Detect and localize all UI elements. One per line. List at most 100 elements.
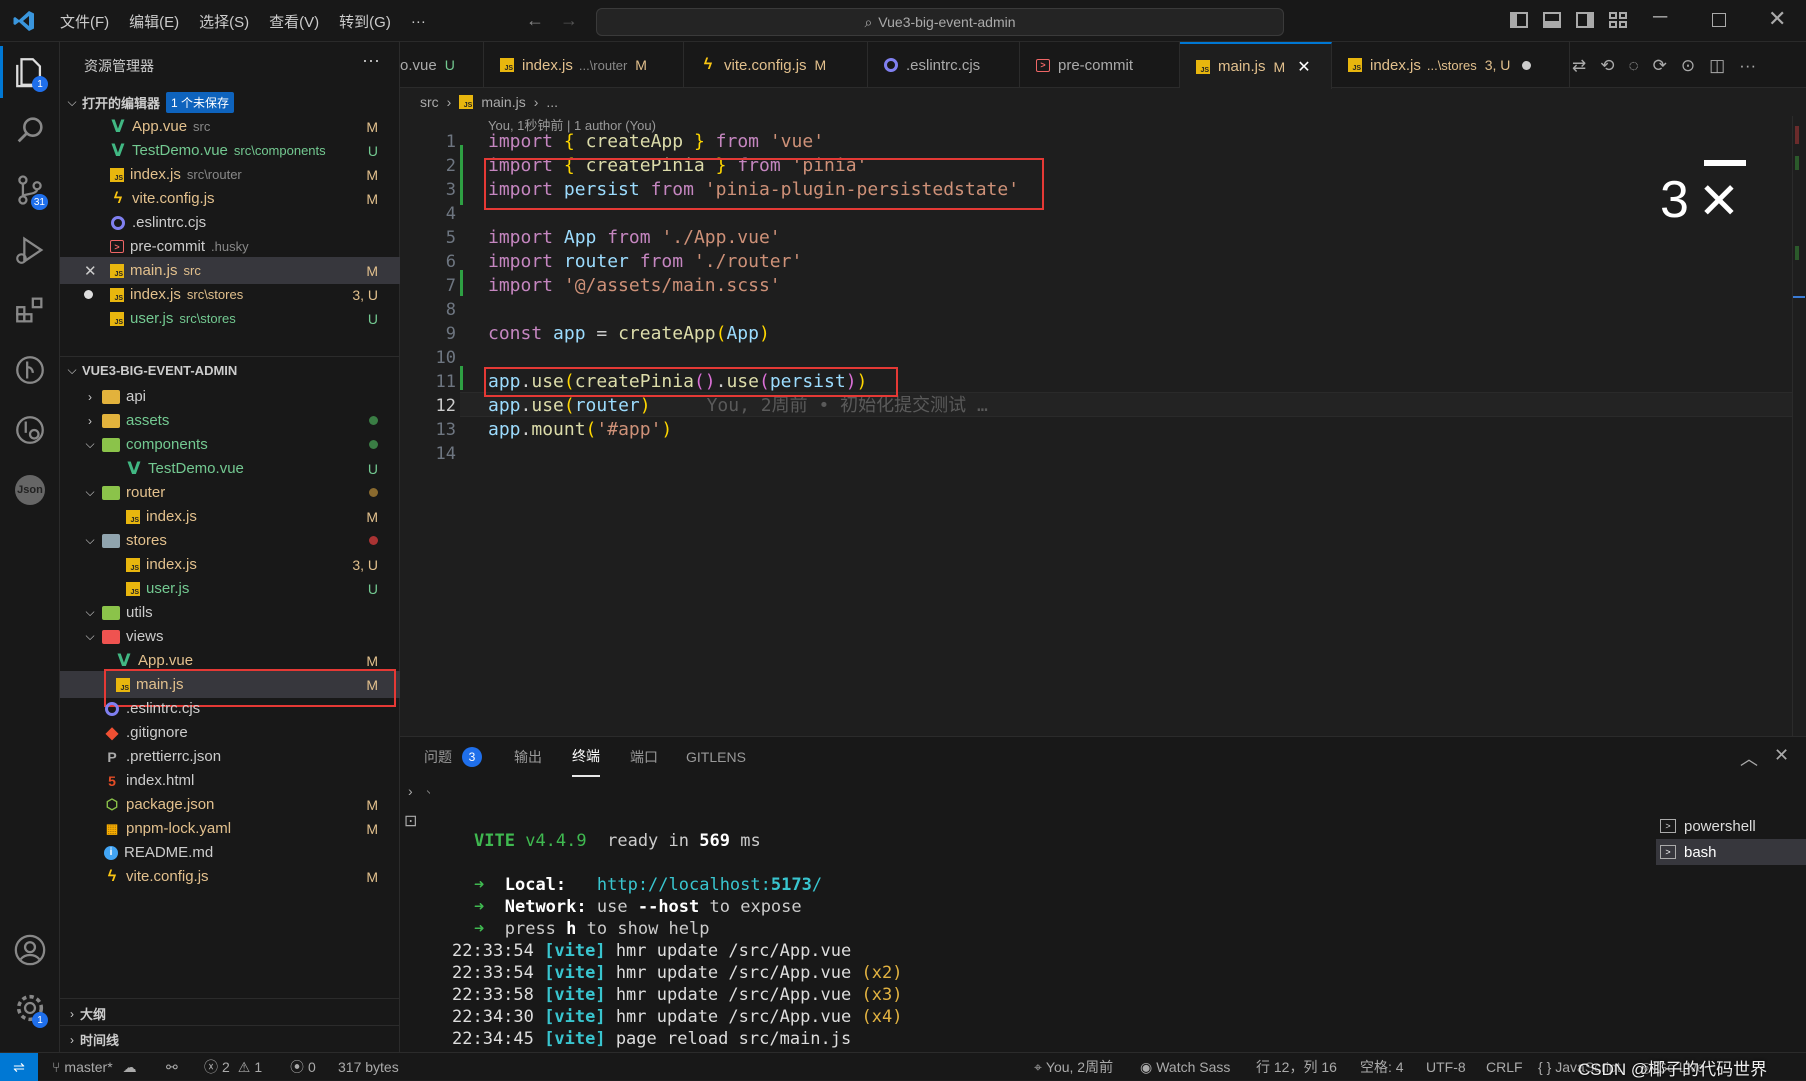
close-window-icon[interactable]: ✕: [1768, 6, 1786, 32]
compare-changes-icon[interactable]: ⇄: [1572, 56, 1586, 76]
close-editor-icon[interactable]: ✕: [84, 262, 97, 280]
more-actions-icon[interactable]: ···: [1739, 56, 1756, 76]
menu-go[interactable]: 转到(G): [329, 11, 401, 32]
breadcrumb-symbol[interactable]: ...: [546, 94, 558, 110]
file-stores-index[interactable]: JS index.js 3, U: [60, 551, 400, 578]
tab-router-index[interactable]: JS index.js ...\router M: [484, 42, 684, 88]
file-gitignore[interactable]: ◆ .gitignore: [60, 719, 400, 746]
forward-arrow-icon[interactable]: →: [560, 10, 578, 31]
tab-problems[interactable]: 问题 3: [424, 737, 482, 777]
tab-stores-index[interactable]: JS index.js ...\stores 3, U: [1332, 42, 1570, 88]
file-index-html[interactable]: 5 index.html: [60, 767, 400, 794]
terminal-item-bash[interactable]: > bash: [1650, 839, 1806, 865]
open-editor-item[interactable]: .eslintrc.cjs: [60, 209, 400, 236]
menu-view[interactable]: 查看(V): [259, 11, 329, 32]
watch-sass-button[interactable]: ◉ Watch Sass: [1140, 1053, 1230, 1081]
open-editors-header[interactable]: ⌵ 打开的编辑器 1 个未保存: [60, 89, 400, 116]
command-center-search[interactable]: ⌕ Vue3-big-event-admin: [596, 8, 1284, 36]
restore-icon[interactable]: [1712, 13, 1726, 27]
outline-header[interactable]: › 大纲: [60, 1000, 400, 1027]
toggle-panel-icon[interactable]: [1543, 12, 1561, 28]
toggle-secondary-sidebar-icon[interactable]: [1576, 12, 1594, 28]
folder-api[interactable]: › api: [60, 383, 400, 410]
tab-gitlens[interactable]: GITLENS: [686, 737, 746, 777]
menu-selection[interactable]: 选择(S): [189, 11, 259, 32]
accounts-icon[interactable]: [0, 922, 60, 978]
file-user[interactable]: JS user.js U: [60, 575, 400, 602]
encoding[interactable]: UTF-8: [1426, 1053, 1466, 1081]
remote-explorer-icon[interactable]: [0, 402, 60, 458]
explorer-icon[interactable]: 1: [0, 44, 60, 100]
tab-terminal-active[interactable]: 终端: [572, 737, 600, 777]
split-editor-icon[interactable]: ◫: [1709, 56, 1725, 76]
unsaved-dot-icon[interactable]: [1522, 60, 1532, 70]
source-control-icon[interactable]: 31: [0, 162, 60, 218]
folder-stores[interactable]: ⌵ stores: [60, 527, 400, 554]
file-eslintrc[interactable]: .eslintrc.cjs: [60, 695, 400, 722]
terminal-output[interactable]: VITE v4.4.9 ready in 569 ms ➜ Local: htt…: [430, 780, 1656, 1052]
tab-main-js-active[interactable]: JS main.js M ✕: [1180, 42, 1332, 89]
tab-pre-commit[interactable]: > pre-commit: [1020, 42, 1180, 88]
open-editor-item[interactable]: > pre-commit .husky: [60, 233, 400, 260]
open-editor-item-active[interactable]: ✕ JS main.js src M: [60, 257, 400, 284]
blame-indicator[interactable]: ⌖ You, 2周前: [1034, 1053, 1113, 1081]
menu-file[interactable]: 文件(F): [50, 11, 119, 32]
customize-layout-icon[interactable]: [1609, 12, 1627, 28]
git-graph-icon[interactable]: [0, 342, 60, 398]
tab-vite-config[interactable]: ϟ vite.config.js M: [684, 42, 868, 88]
search-view-icon[interactable]: [0, 102, 60, 158]
folder-router[interactable]: ⌵ router: [60, 479, 400, 506]
breadcrumb-file[interactable]: main.js: [481, 94, 525, 110]
local-port[interactable]: 5173: [771, 875, 812, 895]
indentation[interactable]: 空格: 4: [1360, 1053, 1404, 1081]
problems-indicator[interactable]: ⓧ 2 ⚠ 1: [204, 1053, 262, 1081]
close-tab-icon[interactable]: ✕: [1297, 57, 1310, 77]
open-changes-icon[interactable]: ⊙: [1681, 56, 1695, 76]
file-pnpm-lock[interactable]: ▦ pnpm-lock.yaml M: [60, 815, 400, 842]
git-previous-icon[interactable]: ⟲: [1600, 56, 1614, 76]
open-editor-item[interactable]: JS index.js src\router M: [60, 161, 400, 188]
run-debug-icon[interactable]: [0, 222, 60, 278]
menu-more[interactable]: ···: [401, 13, 436, 30]
toggle-primary-sidebar-icon[interactable]: [1510, 12, 1528, 28]
folder-utils[interactable]: ⌵ utils: [60, 599, 400, 626]
folder-assets[interactable]: › assets: [60, 407, 400, 434]
local-url[interactable]: http://localhost:: [597, 875, 771, 895]
editor-scrollbar[interactable]: [1792, 116, 1806, 736]
open-editor-item[interactable]: V TestDemo.vue src\components U: [60, 137, 400, 164]
breadcrumb-folder[interactable]: src: [420, 94, 439, 110]
branch-indicator[interactable]: ⑂ master* ☁: [52, 1053, 137, 1081]
json-icon[interactable]: Json: [0, 462, 60, 518]
file-package-json[interactable]: ⬡ package.json M: [60, 791, 400, 818]
open-editor-item[interactable]: JS index.js src\stores 3, U: [60, 281, 400, 308]
git-next-icon[interactable]: ⟳: [1653, 56, 1667, 76]
file-vite-config[interactable]: ϟ vite.config.js M: [60, 863, 400, 890]
new-terminal-icon[interactable]: ⊡: [404, 811, 417, 831]
tab-eslintrc[interactable]: .eslintrc.cjs: [868, 42, 1020, 88]
file-readme[interactable]: i README.md: [60, 839, 400, 866]
folder-components[interactable]: ⌵ components: [60, 431, 400, 458]
timeline-header[interactable]: › 时间线: [60, 1026, 400, 1053]
open-editor-item[interactable]: V App.vue src M: [60, 113, 400, 140]
file-router-index[interactable]: JS index.js M: [60, 503, 400, 530]
menu-edit[interactable]: 编辑(E): [119, 11, 189, 32]
chevron-right-icon[interactable]: ›: [408, 783, 413, 799]
open-editor-item[interactable]: JS user.js src\stores U: [60, 305, 400, 332]
more-actions-icon[interactable]: ···: [362, 50, 380, 71]
tab-output[interactable]: 输出: [514, 737, 542, 777]
remote-indicator-icon[interactable]: ⇌: [0, 1053, 38, 1081]
unsaved-dot-icon[interactable]: [84, 290, 93, 299]
cursor-position[interactable]: 行 12，列 16: [1256, 1053, 1337, 1081]
minimize-icon[interactable]: ─: [1653, 6, 1667, 29]
open-editor-item[interactable]: ϟ vite.config.js M: [60, 185, 400, 212]
git-blame-icon[interactable]: ◌: [1629, 56, 1639, 76]
tab-testdemo[interactable]: o.vue U: [400, 42, 484, 88]
end-of-line[interactable]: CRLF: [1486, 1053, 1523, 1081]
back-arrow-icon[interactable]: ←: [526, 10, 544, 31]
extensions-icon[interactable]: [0, 282, 60, 338]
settings-gear-icon[interactable]: 1: [0, 980, 60, 1036]
project-header[interactable]: ⌵ VUE3-BIG-EVENT-ADMIN: [60, 357, 400, 384]
maximize-panel-icon[interactable]: ︿: [1740, 745, 1758, 771]
file-testdemo[interactable]: V TestDemo.vue U: [60, 455, 400, 482]
terminal-item-powershell[interactable]: > powershell: [1650, 813, 1806, 839]
